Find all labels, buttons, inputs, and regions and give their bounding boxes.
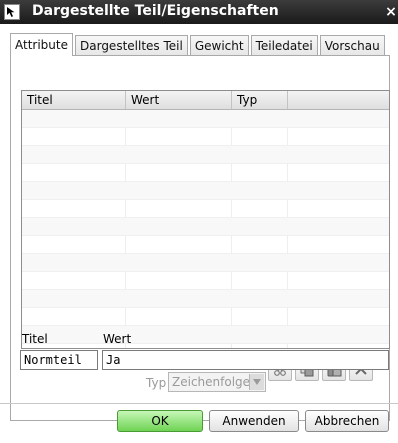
table-row[interactable] [22,218,389,236]
table-row[interactable] [22,290,389,308]
title-bar[interactable]: Dargestellte Teil/Eigenschaften × [0,0,398,24]
table-row[interactable] [22,344,389,348]
window-title: Dargestellte Teil/Eigenschaften [32,3,279,19]
column-header-wert[interactable]: Wert [126,91,232,109]
apply-button[interactable]: Anwenden [209,410,299,432]
table-row[interactable] [22,272,389,290]
table-row[interactable] [22,182,389,200]
ok-button[interactable]: OK [117,410,203,432]
table-row[interactable] [22,236,389,254]
tab-attribute[interactable]: Attribute [10,33,73,56]
column-header-titel[interactable]: Titel [22,91,126,109]
dialog-window: Dargestellte Teil/Eigenschaften × Attrib… [0,0,398,443]
type-select[interactable]: Zeichenfolge [168,372,266,392]
tab-gewicht[interactable]: Gewicht [189,35,249,56]
title-input[interactable]: Normteil [20,350,98,370]
tab-dargestelltes-teil[interactable]: Dargestelltes Teil [75,35,188,56]
table-row[interactable] [22,254,389,272]
app-cursor-icon [4,4,20,20]
table-body [22,110,389,348]
table-row[interactable] [22,326,389,344]
type-select-value: Zeichenfolge [172,375,251,389]
type-label: Typ [146,376,167,390]
chevron-down-icon[interactable] [249,374,264,390]
table-row[interactable] [22,308,389,326]
tab-vorschau[interactable]: Vorschau [319,35,385,56]
cancel-button[interactable]: Abbrechen [305,410,389,432]
table-row[interactable] [22,128,389,146]
button-separator [0,403,398,404]
table-row[interactable] [22,200,389,218]
value-field-label: Wert [103,332,132,346]
attribute-table[interactable]: Titel Wert Typ [21,90,390,349]
value-input[interactable]: Ja [102,350,389,370]
column-header-typ[interactable]: Typ [232,91,288,109]
title-field-label: Titel [22,332,48,346]
table-row[interactable] [22,146,389,164]
table-header: Titel Wert Typ [22,91,389,110]
tab-bar: Attribute Dargestelltes Teil Gewicht Tei… [10,33,387,56]
close-icon[interactable]: × [384,4,398,20]
table-row[interactable] [22,164,389,182]
dialog-body: Attribute Dargestelltes Teil Gewicht Tei… [0,24,398,443]
tab-teiledatei[interactable]: Teiledatei [250,35,318,56]
table-row[interactable] [22,110,389,128]
